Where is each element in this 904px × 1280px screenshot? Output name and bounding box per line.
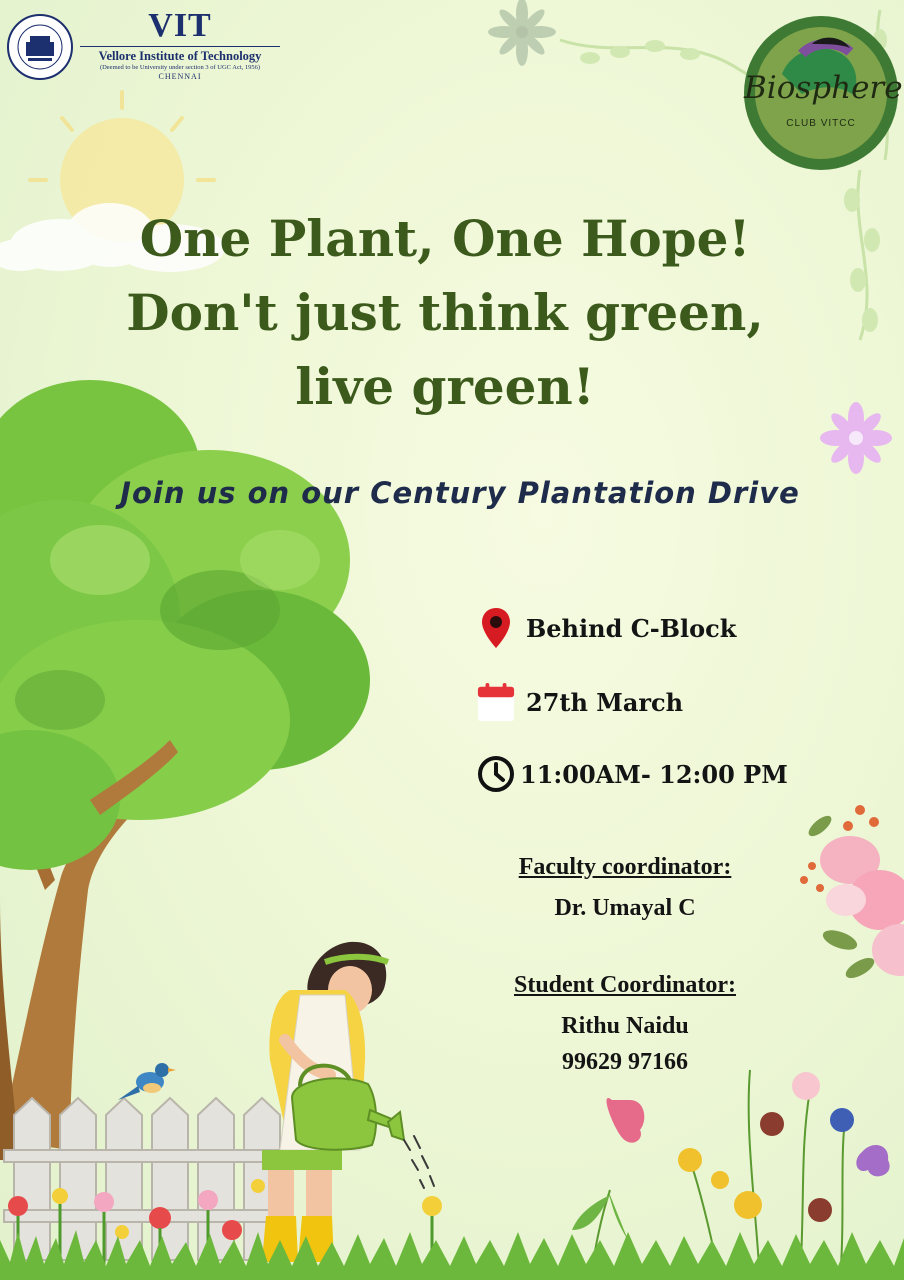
faculty-coordinator-name: Dr. Umayal C — [554, 895, 696, 921]
flower-decoration-top — [488, 0, 556, 66]
wooden-fence — [3, 1096, 285, 1261]
faculty-coordinator-label: Faculty coordinator: — [518, 854, 732, 880]
clock-icon — [476, 752, 516, 796]
vit-seal-icon — [7, 14, 73, 80]
time-text: 11:00AM- 12:00 PM — [520, 759, 788, 789]
rose-bouquet-decoration — [800, 805, 904, 979]
location-text: Behind C-Block — [526, 613, 737, 643]
calendar-icon — [476, 680, 516, 724]
headline-line-3: live green! — [295, 357, 595, 416]
headline-line-2: Don't just think green, — [126, 283, 764, 342]
time-row: 11:00AM- 12:00 PM — [476, 750, 788, 798]
vit-deemed-note: (Deemed to be University under section 3… — [99, 64, 261, 71]
club-name: Biosphere — [744, 70, 903, 106]
headline-line-1: One Plant, One Hope! — [139, 209, 751, 268]
pink-flower-decoration — [820, 402, 892, 474]
student-coordinator-block: Student Coordinator: Rithu Naidu 99629 9… — [470, 970, 780, 1080]
bird-illustration — [118, 1063, 176, 1100]
vit-wordmark: VIT Vellore Institute of Technology (Dee… — [80, 6, 280, 82]
date-row: 27th March — [476, 678, 683, 726]
decorative-illustration — [0, 0, 904, 1280]
headline: One Plant, One Hope! Don't just think gr… — [60, 202, 830, 424]
event-poster: VIT Vellore Institute of Technology (Dee… — [0, 0, 904, 1280]
vit-logo: VIT Vellore Institute of Technology (Dee… — [2, 4, 302, 94]
vit-short-name: VIT — [148, 7, 212, 44]
student-coordinator-name: Rithu Naidu — [561, 1013, 689, 1039]
subheadline: Join us on our Century Plantation Drive — [120, 476, 800, 510]
date-text: 27th March — [526, 687, 684, 717]
vit-full-name: Vellore Institute of Technology — [80, 46, 280, 63]
club-subtitle: CLUB VITCC — [786, 118, 856, 129]
location-pin-icon — [476, 606, 516, 650]
location-row: Behind C-Block — [476, 604, 736, 652]
student-coordinator-phone: 99629 97166 — [562, 1049, 688, 1075]
vit-city: CHENNAI — [158, 72, 202, 81]
faculty-coordinator-block: Faculty coordinator: Dr. Umayal C — [470, 852, 780, 926]
student-coordinator-label: Student Coordinator: — [513, 972, 736, 998]
